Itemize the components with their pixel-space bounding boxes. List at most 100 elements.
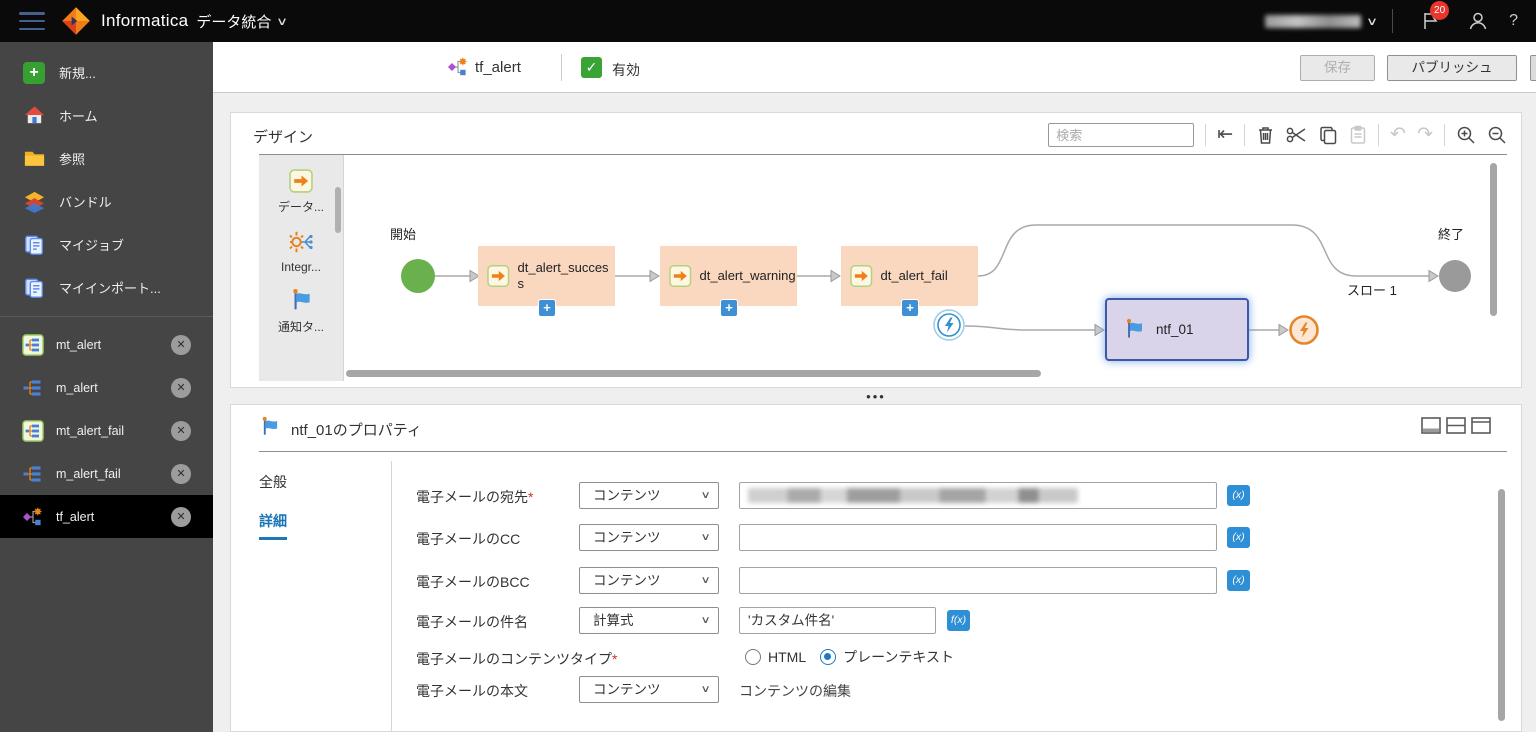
data-task-node-3[interactable]: dt_alert_fail [841, 246, 978, 306]
asset-tab-mt_alert_fail[interactable]: mt_alert_fail ✕ [0, 409, 213, 452]
sidebar-item-label: 新規... [59, 66, 96, 81]
palette-item-notification-task[interactable]: 通知タ... [259, 288, 343, 335]
service-switcher-chevron-icon[interactable]: ∨ [276, 15, 288, 28]
add-step-button[interactable]: + [901, 299, 919, 317]
asset-tab-mt_alert[interactable]: mt_alert ✕ [0, 323, 213, 366]
asset-tab-m_alert_fail[interactable]: m_alert_fail ✕ [0, 452, 213, 495]
expression-editor-icon[interactable]: f(x) [947, 610, 970, 631]
email-to-method-select[interactable]: コンテンツ ∨ [579, 482, 719, 509]
enabled-checkbox[interactable]: ✓ [581, 57, 602, 78]
start-node-label: 開始 [390, 227, 417, 242]
save-button[interactable]: 保存 [1300, 55, 1375, 81]
chevron-down-icon: ∨ [700, 684, 711, 695]
taskflow-canvas[interactable]: 開始 dt_alert_success + dt_alert_warning +… [344, 155, 1520, 386]
data-task-node-1[interactable]: dt_alert_success [478, 246, 615, 306]
close-tab-icon[interactable]: ✕ [171, 377, 191, 398]
zoom-out-icon[interactable] [1487, 125, 1507, 145]
bundle-layers-icon [22, 190, 46, 214]
asset-tab-label: m_alert [56, 380, 98, 395]
toolbar-divider [1444, 124, 1445, 146]
throw-node[interactable] [1288, 314, 1320, 346]
end-node[interactable] [1439, 260, 1471, 292]
field-picker-icon[interactable]: (x) [1227, 527, 1250, 548]
run-button[interactable]: 実行 [1530, 55, 1536, 81]
email-bcc-method-select[interactable]: コンテンツ ∨ [579, 567, 719, 594]
sidebar-item-explore[interactable]: 参照 [0, 137, 213, 180]
undo-icon[interactable]: ↶ [1390, 125, 1406, 145]
canvas-vscrollbar-thumb[interactable] [1490, 163, 1497, 316]
tab-details[interactable]: 詳細 [259, 511, 287, 540]
radio-plain-text-label: プレーンテキスト [843, 649, 955, 665]
imports-documents-icon [22, 276, 46, 300]
help-icon[interactable]: ? [1509, 12, 1518, 30]
end-node-label: 終了 [1438, 227, 1465, 242]
field-picker-icon[interactable]: (x) [1227, 485, 1250, 506]
start-node[interactable] [401, 259, 435, 293]
email-cc-input[interactable] [739, 524, 1217, 551]
mapping-icon [23, 465, 41, 482]
notification-task-node[interactable]: ntf_01 [1105, 298, 1249, 361]
email-to-input[interactable] [739, 482, 1217, 509]
email-subject-input[interactable]: 'カスタム件名' [739, 607, 936, 634]
sidebar-item-new[interactable]: + 新規... [0, 51, 213, 94]
notifications-flag-icon[interactable]: 20 [1421, 1, 1450, 32]
radio-plain-text[interactable] [820, 649, 837, 665]
design-toolbar: ⇤ ↶ ↷ [1048, 120, 1507, 150]
collapse-left-icon[interactable]: ⇤ [1217, 125, 1233, 145]
field-label: 電子メールの本文 [416, 683, 528, 699]
canvas-search-input[interactable] [1048, 123, 1195, 147]
brand-name: Informatica [101, 11, 189, 30]
asset-tab-tf_alert[interactable]: tf_alert ✕ [0, 495, 213, 538]
jobs-documents-icon [22, 233, 46, 257]
enabled-label: 有効 [612, 62, 640, 78]
sidebar-item-bundles[interactable]: バンドル [0, 180, 213, 223]
asset-tab-label: mt_alert [56, 337, 102, 352]
sidebar-item-my-imports[interactable]: マイインポート... [0, 266, 213, 309]
delete-trash-icon[interactable] [1256, 125, 1275, 145]
field-row-email-body: 電子メールの本文 コンテンツ ∨ コンテンツの編集 [416, 676, 1481, 703]
notification-task-icon [1126, 318, 1142, 338]
palette-scrollbar-thumb[interactable] [335, 187, 341, 233]
close-tab-icon[interactable]: ✕ [171, 420, 191, 441]
publish-button[interactable]: パブリッシュ [1387, 55, 1517, 81]
user-profile-icon[interactable] [1467, 10, 1489, 32]
cut-scissors-icon[interactable] [1286, 125, 1307, 145]
palette-item-integration-task[interactable]: Integr... [259, 229, 343, 274]
email-cc-method-select[interactable]: コンテンツ ∨ [579, 524, 719, 551]
edit-content-link[interactable]: コンテンツの編集 [739, 681, 851, 701]
email-body-method-select[interactable]: コンテンツ ∨ [579, 676, 719, 703]
add-step-button[interactable]: + [720, 299, 738, 317]
add-step-button[interactable]: + [538, 299, 556, 317]
sidebar-item-my-jobs[interactable]: マイジョブ [0, 223, 213, 266]
layout-maximize-icon[interactable] [1471, 417, 1491, 434]
radio-html[interactable] [745, 649, 761, 665]
asset-tab-m_alert[interactable]: m_alert ✕ [0, 366, 213, 409]
data-task-node-2[interactable]: dt_alert_warning [660, 246, 797, 306]
properties-vscrollbar-thumb[interactable] [1498, 489, 1505, 721]
asset-tab-label: mt_alert_fail [56, 423, 125, 438]
palette-item-data-task[interactable]: データ... [259, 169, 343, 215]
panel-layout-switcher [1421, 417, 1491, 434]
user-menu-chevron-icon[interactable]: ∨ [1366, 15, 1378, 28]
email-bcc-input[interactable] [739, 567, 1217, 594]
close-tab-icon[interactable]: ✕ [171, 334, 191, 355]
zoom-in-icon[interactable] [1456, 125, 1476, 145]
sidebar-item-home[interactable]: ホーム [0, 94, 213, 137]
error-handler-node[interactable] [933, 309, 965, 341]
field-row-email-bcc: 電子メールのBCC コンテンツ ∨ (x) [416, 567, 1481, 594]
user-name-redacted[interactable] [1265, 14, 1362, 28]
panel-splitter[interactable]: ••• [230, 388, 1522, 404]
hamburger-menu-icon[interactable] [19, 12, 45, 30]
email-subject-method-select[interactable]: 計算式 ∨ [579, 607, 719, 634]
close-tab-icon[interactable]: ✕ [171, 506, 191, 527]
redo-icon[interactable]: ↷ [1417, 125, 1433, 145]
layout-split-icon[interactable] [1446, 417, 1466, 434]
paste-icon[interactable] [1349, 125, 1367, 145]
close-tab-icon[interactable]: ✕ [171, 463, 191, 484]
copy-icon[interactable] [1318, 125, 1338, 145]
layout-restore-icon[interactable] [1421, 417, 1441, 434]
tab-general[interactable]: 全般 [259, 472, 287, 492]
field-picker-icon[interactable]: (x) [1227, 570, 1250, 591]
canvas-hscrollbar-thumb[interactable] [346, 370, 1041, 377]
splitter-handle-icon[interactable]: ••• [866, 389, 886, 404]
